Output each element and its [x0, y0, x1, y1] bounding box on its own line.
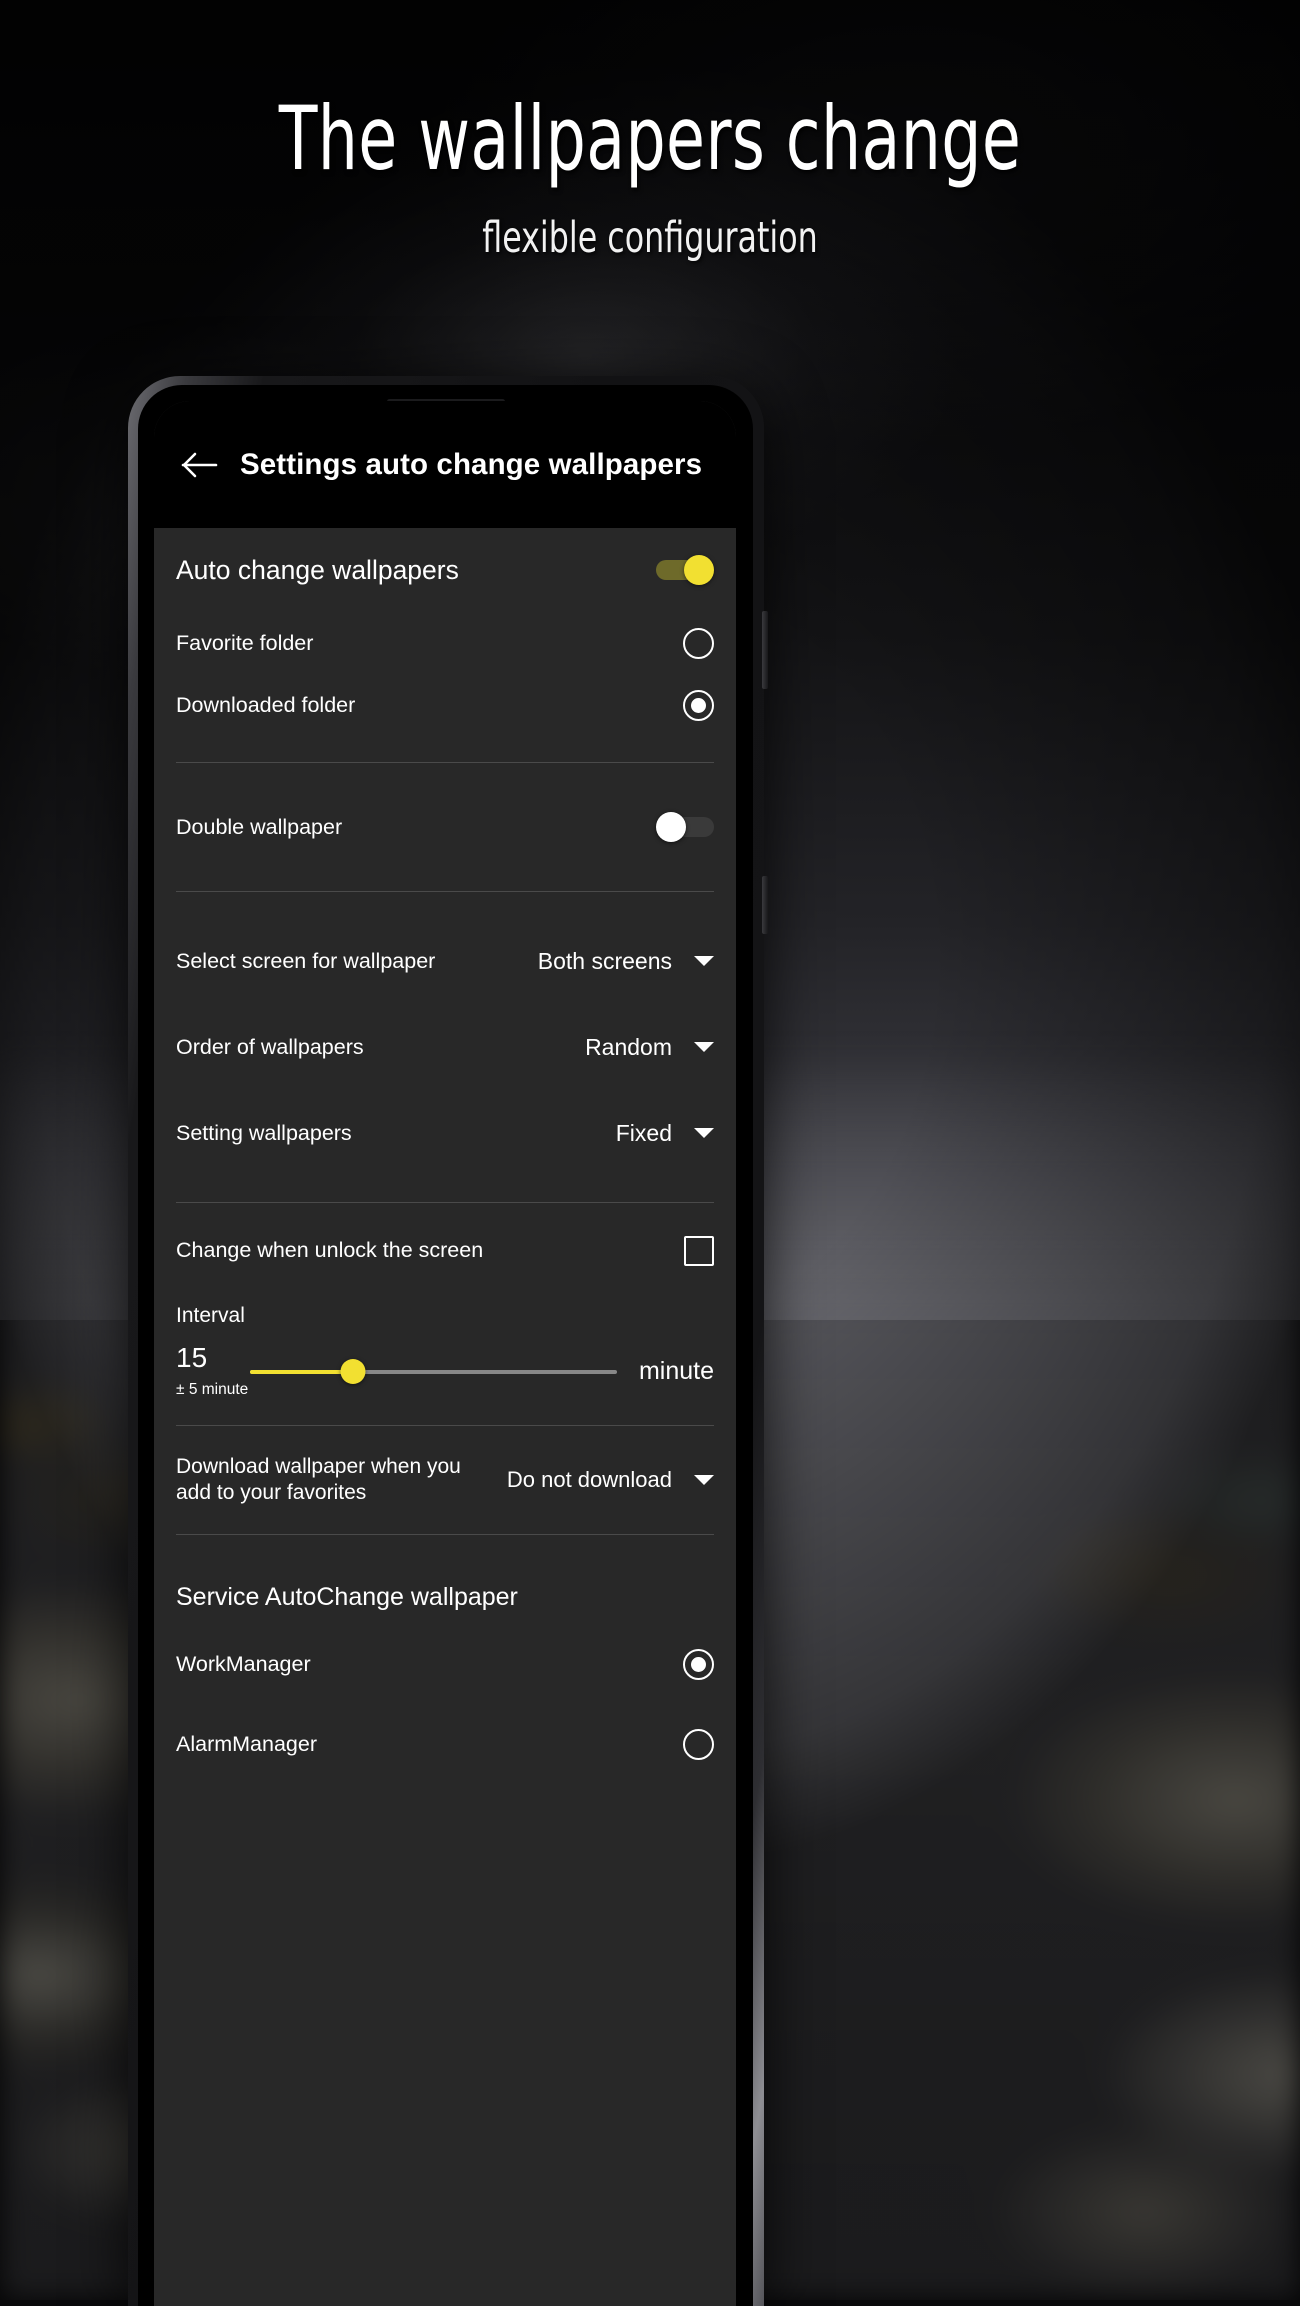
radio-dot [691, 1656, 706, 1672]
interval-tolerance: ± 5 minute [176, 1381, 249, 1398]
service-section-heading-row: Service AutoChange wallpaper [176, 1561, 714, 1633]
toggle-thumb [684, 555, 714, 585]
app-bar: Settings auto change wallpapers [154, 401, 736, 528]
select-screen-label: Select screen for wallpaper [176, 948, 436, 973]
slider-fill [250, 1369, 353, 1374]
toggle-thumb [656, 812, 686, 842]
change-on-unlock-label: Change when unlock the screen [176, 1238, 484, 1262]
radio-dot [691, 697, 706, 713]
option-alarmmanager[interactable]: AlarmManager [176, 1713, 714, 1775]
setting-select-screen[interactable]: Select screen for wallpaper Both screens [176, 918, 714, 1004]
setting-download-on-favorite[interactable]: Download wallpaper when you add to your … [176, 1426, 714, 1534]
interval-label: Interval [176, 1304, 245, 1327]
favorite-folder-radio[interactable] [683, 627, 714, 659]
setting-wallpapers-value: Fixed [615, 1119, 672, 1146]
workmanager-label: WorkManager [176, 1651, 311, 1676]
setting-double-wallpaper[interactable]: Double wallpaper [176, 763, 714, 891]
setting-wallpapers-label: Setting wallpapers [176, 1120, 352, 1145]
favorite-folder-label: Favorite folder [176, 630, 314, 655]
setting-change-on-unlock[interactable]: Change when unlock the screen ✓ [176, 1203, 714, 1298]
interval-unit: minute [638, 1357, 714, 1385]
double-wallpaper-label: Double wallpaper [176, 814, 343, 839]
phone-volume-button [762, 611, 768, 689]
download-on-favorite-label: Download wallpaper when you add to your … [176, 1454, 461, 1504]
chevron-down-icon [694, 956, 714, 966]
option-favorite-folder[interactable]: Favorite folder [176, 612, 714, 674]
chevron-down-icon [694, 1475, 714, 1485]
setting-auto-change-wallpapers[interactable]: Auto change wallpapers [176, 528, 714, 612]
order-label: Order of wallpapers [176, 1034, 364, 1059]
phone-screen: Settings auto change wallpapers Auto cha… [154, 401, 736, 2306]
select-screen-dropdown[interactable]: Both screens [538, 948, 714, 975]
alarmmanager-radio[interactable] [683, 1728, 714, 1760]
auto-change-toggle[interactable] [656, 555, 714, 585]
interval-slider-row: 15 ± 5 minute minute [176, 1344, 714, 1399]
settings-list: Auto change wallpapers Favorite folder D… [154, 528, 736, 2306]
phone-mockup: Settings auto change wallpapers Auto cha… [128, 376, 768, 2306]
order-value: Random [585, 1033, 672, 1060]
setting-order-of-wallpapers[interactable]: Order of wallpapers Random [176, 1004, 714, 1090]
setting-wallpapers-dropdown[interactable]: Fixed [616, 1120, 714, 1147]
promo-headings: The wallpapers change flexible configura… [0, 95, 1300, 260]
order-dropdown[interactable]: Random [585, 1034, 714, 1061]
workmanager-radio[interactable] [683, 1648, 714, 1680]
chevron-down-icon [694, 1128, 714, 1138]
setting-interval: Interval 15 ± 5 minute minute [176, 1298, 714, 1399]
interval-value: 15 [176, 1342, 208, 1373]
download-on-favorite-dropdown[interactable]: Do not download [507, 1467, 714, 1493]
auto-change-label: Auto change wallpapers [176, 554, 459, 585]
back-button[interactable] [174, 439, 226, 491]
promo-title: The wallpapers change [278, 87, 1022, 190]
app-bar-title: Settings auto change wallpapers [240, 447, 703, 481]
select-screen-value: Both screens [537, 947, 672, 974]
alarmmanager-label: AlarmManager [176, 1731, 317, 1756]
phone-bezel: Settings auto change wallpapers Auto cha… [138, 385, 753, 2306]
slider-thumb[interactable] [340, 1359, 366, 1384]
phone-power-button [762, 876, 768, 934]
interval-slider[interactable] [250, 1357, 617, 1387]
download-on-favorite-value: Do not download [506, 1467, 672, 1492]
option-downloaded-folder[interactable]: Downloaded folder [176, 674, 714, 736]
setting-setting-wallpapers[interactable]: Setting wallpapers Fixed [176, 1090, 714, 1176]
arrow-left-icon [181, 450, 219, 480]
downloaded-folder-label: Downloaded folder [176, 692, 356, 717]
chevron-down-icon [694, 1042, 714, 1052]
downloaded-folder-radio[interactable] [683, 689, 714, 721]
interval-value-block: 15 ± 5 minute [176, 1344, 250, 1399]
double-wallpaper-toggle[interactable] [656, 812, 714, 842]
change-on-unlock-checkbox[interactable]: ✓ [684, 1235, 714, 1266]
service-section-heading: Service AutoChange wallpaper [176, 1582, 518, 1611]
option-workmanager[interactable]: WorkManager [176, 1633, 714, 1695]
promo-subtitle: flexible configuration [482, 213, 818, 263]
